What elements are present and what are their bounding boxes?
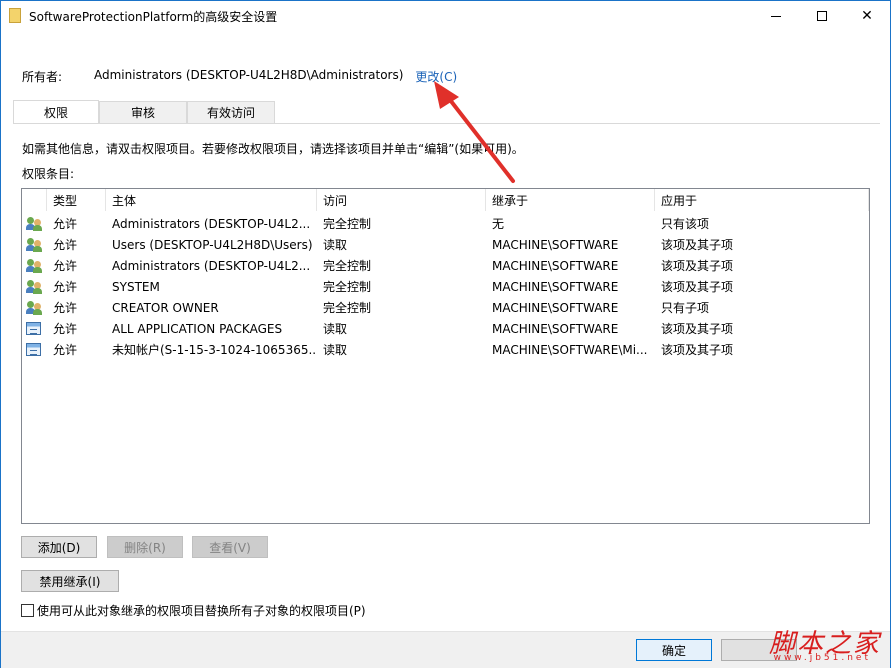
close-button[interactable]: ✕	[844, 1, 890, 31]
change-owner-link[interactable]: 更改(C)	[415, 68, 457, 85]
info-text: 如需其他信息，请双击权限项目。若要修改权限项目，请选择该项目并单击“编辑”(如果…	[22, 142, 524, 156]
tab-permissions[interactable]: 权限	[13, 100, 99, 123]
table-row[interactable]: 允许 ALL APPLICATION PACKAGES 读取 MACHINE\S…	[22, 318, 869, 339]
row-inherited-from: MACHINE\SOFTWARE	[492, 279, 619, 294]
table-row[interactable]: 允许 Administrators (DESKTOP-U4L2... 完全控制 …	[22, 255, 869, 276]
row-icon-cell	[22, 297, 47, 318]
users-icon	[26, 258, 42, 273]
row-type: 允许	[53, 322, 78, 336]
row-principal: Administrators (DESKTOP-U4L2...	[112, 258, 311, 273]
row-access: 读取	[323, 238, 348, 252]
grid-header: 类型 主体 访问 继承于 应用于	[22, 189, 869, 211]
maximize-button[interactable]	[799, 1, 845, 31]
row-icon-cell	[22, 234, 47, 255]
row-type: 允许	[53, 301, 78, 315]
tab-auditing[interactable]: 审核	[99, 101, 187, 123]
column-header-type[interactable]: 类型	[47, 189, 106, 211]
column-header-applies-to[interactable]: 应用于	[655, 189, 869, 211]
row-applies-to: 该项及其子项	[661, 280, 734, 294]
row-applies-to: 该项及其子项	[661, 238, 734, 252]
row-icon-cell	[22, 318, 47, 339]
row-icon-cell	[22, 339, 47, 360]
folder-icon	[9, 8, 21, 23]
users-icon	[26, 279, 42, 294]
column-header-access[interactable]: 访问	[317, 189, 486, 211]
watermark-logo: 脚本之家 www.jb51.net	[761, 621, 889, 667]
window-title: SoftwareProtectionPlatform的高级安全设置	[29, 10, 278, 24]
row-access: 完全控制	[323, 301, 372, 315]
tab-bar: 权限 审核 有效访问	[13, 100, 275, 123]
row-icon-cell	[22, 213, 47, 234]
users-icon	[26, 300, 42, 315]
ok-button[interactable]: 确定	[636, 639, 712, 661]
row-inherited-from: MACHINE\SOFTWARE	[492, 237, 619, 252]
delete-button[interactable]: 删除(R)	[107, 536, 183, 558]
replace-child-permissions-row[interactable]: 使用可从此对象继承的权限项目替换所有子对象的权限项目(P)	[21, 602, 366, 619]
maximize-icon	[817, 11, 827, 21]
row-access: 完全控制	[323, 259, 372, 273]
row-type: 允许	[53, 280, 78, 294]
row-applies-to: 该项及其子项	[661, 343, 734, 357]
row-type: 允许	[53, 217, 78, 231]
owner-row: 所有者: Administrators (DESKTOP-U4L2H8D\Adm…	[22, 68, 457, 85]
add-button[interactable]: 添加(D)	[21, 536, 97, 558]
close-icon: ✕	[861, 8, 873, 24]
row-principal: Users (DESKTOP-U4L2H8D\Users)	[112, 237, 313, 252]
column-header-icon[interactable]	[22, 189, 47, 211]
row-inherited-from: MACHINE\SOFTWARE	[492, 300, 619, 315]
row-principal: ALL APPLICATION PACKAGES	[112, 321, 283, 336]
users-icon	[26, 237, 42, 252]
row-principal: Administrators (DESKTOP-U4L2...	[112, 216, 311, 231]
package-icon	[26, 322, 41, 335]
package-icon	[26, 343, 41, 356]
row-principal: SYSTEM	[112, 279, 160, 294]
row-inherited-from: 无	[492, 217, 505, 231]
replace-child-permissions-checkbox[interactable]	[21, 604, 34, 617]
owner-label: 所有者:	[22, 70, 63, 84]
permission-entries-list[interactable]: 类型 主体 访问 继承于 应用于 允许 Administrators (DESK…	[21, 188, 870, 524]
row-applies-to: 该项及其子项	[661, 322, 734, 336]
column-header-inherited-from[interactable]: 继承于	[486, 189, 655, 211]
table-row[interactable]: 允许 Administrators (DESKTOP-U4L2... 完全控制 …	[22, 213, 869, 234]
row-access: 读取	[323, 343, 348, 357]
row-inherited-from: MACHINE\SOFTWARE	[492, 321, 619, 336]
title-bar[interactable]: SoftwareProtectionPlatform的高级安全设置 ✕	[1, 1, 890, 31]
row-icon-cell	[22, 276, 47, 297]
owner-value: Administrators (DESKTOP-U4L2H8D\Administ…	[94, 68, 404, 82]
table-row[interactable]: 允许 未知帐户(S-1-15-3-1024-1065365... 读取 MACH…	[22, 339, 869, 360]
watermark-url: www.jb51.net	[773, 653, 871, 663]
replace-child-permissions-label[interactable]: 使用可从此对象继承的权限项目替换所有子对象的权限项目(P)	[37, 602, 366, 619]
view-button[interactable]: 查看(V)	[192, 536, 268, 558]
users-icon	[26, 216, 42, 231]
row-applies-to: 该项及其子项	[661, 259, 734, 273]
row-inherited-from: MACHINE\SOFTWARE\Mi...	[492, 342, 648, 357]
table-row[interactable]: 允许 Users (DESKTOP-U4L2H8D\Users) 读取 MACH…	[22, 234, 869, 255]
row-access: 完全控制	[323, 217, 372, 231]
row-inherited-from: MACHINE\SOFTWARE	[492, 258, 619, 273]
disable-inheritance-button[interactable]: 禁用继承(I)	[21, 570, 119, 592]
row-type: 允许	[53, 343, 78, 357]
row-icon-cell	[22, 255, 47, 276]
column-header-principal[interactable]: 主体	[106, 189, 317, 211]
row-access: 完全控制	[323, 280, 372, 294]
row-principal: 未知帐户(S-1-15-3-1024-1065365...	[112, 343, 317, 357]
minimize-icon	[771, 15, 781, 17]
tab-panel-divider	[13, 123, 880, 124]
row-applies-to: 只有子项	[661, 301, 710, 315]
row-type: 允许	[53, 259, 78, 273]
row-applies-to: 只有该项	[661, 217, 710, 231]
table-row[interactable]: 允许 CREATOR OWNER 完全控制 MACHINE\SOFTWARE 只…	[22, 297, 869, 318]
tab-effective-access[interactable]: 有效访问	[187, 101, 275, 123]
minimize-button[interactable]	[753, 1, 799, 31]
row-type: 允许	[53, 238, 78, 252]
permission-entries-label: 权限条目:	[22, 167, 75, 181]
row-access: 读取	[323, 322, 348, 336]
row-principal: CREATOR OWNER	[112, 300, 219, 315]
advanced-security-settings-window: SoftwareProtectionPlatform的高级安全设置 ✕ 所有者:…	[0, 0, 891, 668]
table-row[interactable]: 允许 SYSTEM 完全控制 MACHINE\SOFTWARE 该项及其子项	[22, 276, 869, 297]
